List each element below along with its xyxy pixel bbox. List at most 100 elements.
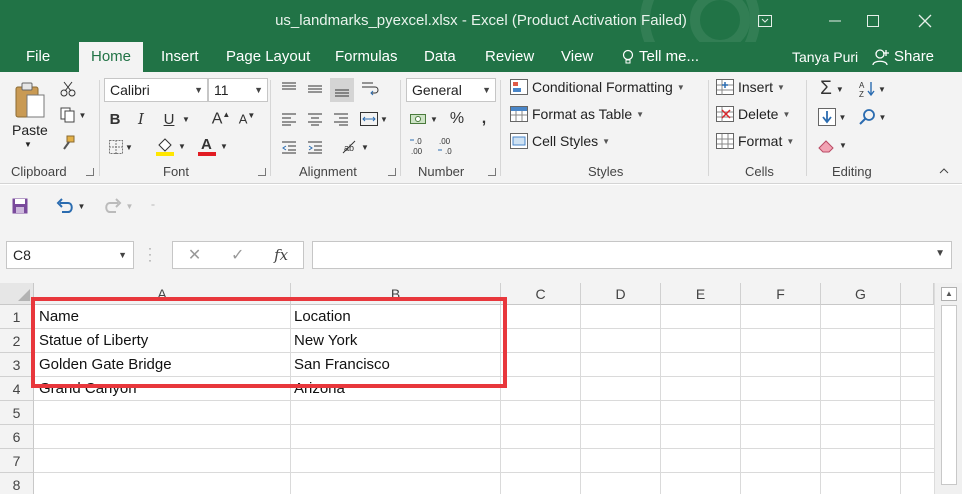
column-header-d[interactable]: D — [581, 283, 661, 305]
tab-insert[interactable]: Insert — [161, 42, 199, 72]
worksheet-grid[interactable]: A B C D E F G 1 2 3 4 5 6 7 8 Name Locat… — [0, 283, 962, 494]
cell-a1[interactable]: Name — [34, 305, 290, 329]
tab-data[interactable]: Data — [424, 42, 456, 72]
row-header-5[interactable]: 5 — [0, 401, 34, 425]
bold-button[interactable]: B — [104, 108, 126, 130]
column-header-a[interactable]: A — [34, 283, 291, 305]
share-button[interactable]: Share — [872, 42, 934, 72]
align-center-button[interactable] — [304, 108, 326, 130]
find-select-button[interactable]: ▼ — [854, 106, 890, 128]
orientation-button[interactable]: ab ▼ — [338, 136, 372, 158]
wrap-text-button[interactable] — [358, 78, 384, 100]
decrease-font-size-button[interactable]: A▼ — [236, 108, 258, 130]
font-size-select[interactable]: 11 ▼ — [208, 78, 268, 102]
delete-cells-button[interactable]: Delete ▼ — [716, 106, 790, 122]
vertical-scrollbar[interactable]: ▲ — [934, 283, 962, 494]
decrease-decimal-button[interactable]: .00.0 — [436, 134, 462, 158]
cell-styles-button[interactable]: Cell Styles ▼ — [510, 133, 610, 149]
clipboard-launcher-icon[interactable] — [86, 168, 94, 176]
italic-button[interactable]: I — [130, 108, 152, 130]
undo-button[interactable]: ▼ — [52, 195, 88, 217]
tab-view[interactable]: View — [561, 42, 593, 72]
increase-decimal-button[interactable]: .0.00 — [408, 134, 434, 158]
row-header-3[interactable]: 3 — [0, 353, 34, 377]
scroll-up-arrow-icon[interactable]: ▲ — [941, 287, 957, 301]
cell-b3[interactable]: San Francisco — [289, 353, 499, 377]
borders-button[interactable]: ▼ — [106, 136, 136, 158]
cell-b1[interactable]: Location — [289, 305, 499, 329]
customize-qat-button[interactable]: ⁼ — [146, 197, 160, 215]
number-launcher-icon[interactable] — [488, 168, 496, 176]
tab-formulas[interactable]: Formulas — [335, 42, 398, 72]
user-name[interactable]: Tanya Puri — [792, 42, 858, 72]
formula-bar-resize-handle[interactable]: · · · — [148, 242, 152, 266]
column-header-b[interactable]: B — [291, 283, 501, 305]
expand-formula-bar-icon[interactable]: ▼ — [935, 248, 945, 259]
save-button[interactable] — [10, 196, 30, 216]
cell-a2[interactable]: Statue of Liberty — [34, 329, 290, 353]
font-launcher-icon[interactable] — [258, 168, 266, 176]
select-all-button[interactable] — [0, 283, 34, 305]
align-middle-button[interactable] — [304, 78, 326, 100]
autosum-button[interactable]: Σ ▼ — [814, 78, 850, 100]
column-header-c[interactable]: C — [501, 283, 581, 305]
column-header-partial[interactable] — [901, 283, 934, 305]
cell-a3[interactable]: Golden Gate Bridge — [34, 353, 290, 377]
tab-home[interactable]: Home — [79, 42, 144, 72]
underline-button[interactable]: U — [158, 108, 180, 130]
row-header-6[interactable]: 6 — [0, 425, 34, 449]
collapse-ribbon-button[interactable] — [936, 164, 952, 178]
copy-button[interactable]: ▼ — [58, 106, 88, 124]
format-painter-button[interactable] — [58, 134, 78, 152]
percent-style-button[interactable]: % — [446, 108, 468, 130]
align-bottom-button[interactable] — [330, 78, 354, 102]
row-header-7[interactable]: 7 — [0, 449, 34, 473]
clear-button[interactable]: ▼ — [814, 134, 850, 156]
fill-button[interactable]: ▼ — [814, 106, 850, 128]
format-cells-button[interactable]: Format ▼ — [716, 133, 794, 149]
cancel-entry-icon[interactable]: ✕ — [188, 245, 201, 265]
name-box[interactable]: C8 ▼ — [6, 241, 134, 269]
font-color-button[interactable]: A ▼ — [194, 134, 230, 158]
increase-indent-button[interactable] — [304, 136, 326, 158]
align-right-button[interactable] — [330, 108, 352, 130]
comma-style-button[interactable]: , — [474, 108, 494, 130]
fill-color-button[interactable]: ▼ — [150, 134, 190, 158]
row-header-4[interactable]: 4 — [0, 377, 34, 401]
cut-button[interactable] — [58, 80, 78, 98]
paste-button[interactable] — [10, 78, 50, 124]
align-top-button[interactable] — [278, 78, 300, 100]
tab-review[interactable]: Review — [485, 42, 534, 72]
close-button[interactable] — [902, 6, 948, 36]
conditional-formatting-button[interactable]: Conditional Formatting ▼ — [510, 79, 685, 95]
paste-dropdown-icon[interactable]: ▼ — [24, 140, 32, 149]
scrollbar-thumb[interactable] — [941, 305, 957, 485]
redo-button[interactable]: ▼ — [100, 195, 136, 217]
tell-me-search[interactable]: Tell me... — [622, 42, 699, 72]
format-as-table-button[interactable]: Format as Table ▼ — [510, 106, 644, 122]
row-header-1[interactable]: 1 — [0, 305, 34, 329]
ribbon-display-options-button[interactable] — [742, 6, 788, 36]
maximize-button[interactable] — [850, 6, 896, 36]
alignment-launcher-icon[interactable] — [388, 168, 396, 176]
underline-dropdown-icon[interactable]: ▼ — [180, 108, 192, 130]
insert-function-icon[interactable]: fx — [274, 246, 288, 264]
insert-cells-button[interactable]: Insert ▼ — [716, 79, 785, 95]
cell-b4[interactable]: Arizona — [289, 377, 499, 401]
tab-page-layout[interactable]: Page Layout — [226, 42, 310, 72]
merge-center-button[interactable]: ▼ — [358, 108, 390, 130]
row-header-2[interactable]: 2 — [0, 329, 34, 353]
column-header-e[interactable]: E — [661, 283, 741, 305]
font-name-select[interactable]: Calibri ▼ — [104, 78, 208, 102]
column-header-g[interactable]: G — [821, 283, 901, 305]
cell-a4[interactable]: Grand Canyon — [34, 377, 290, 401]
row-header-8[interactable]: 8 — [0, 473, 34, 494]
sort-filter-button[interactable]: AZ ▼ — [854, 78, 890, 100]
formula-input[interactable]: ▼ — [312, 241, 952, 269]
cell-b2[interactable]: New York — [289, 329, 499, 353]
decrease-indent-button[interactable] — [278, 136, 300, 158]
tab-file[interactable]: File — [26, 42, 50, 72]
number-format-select[interactable]: General ▼ — [406, 78, 496, 102]
column-header-f[interactable]: F — [741, 283, 821, 305]
align-left-button[interactable] — [278, 108, 300, 130]
